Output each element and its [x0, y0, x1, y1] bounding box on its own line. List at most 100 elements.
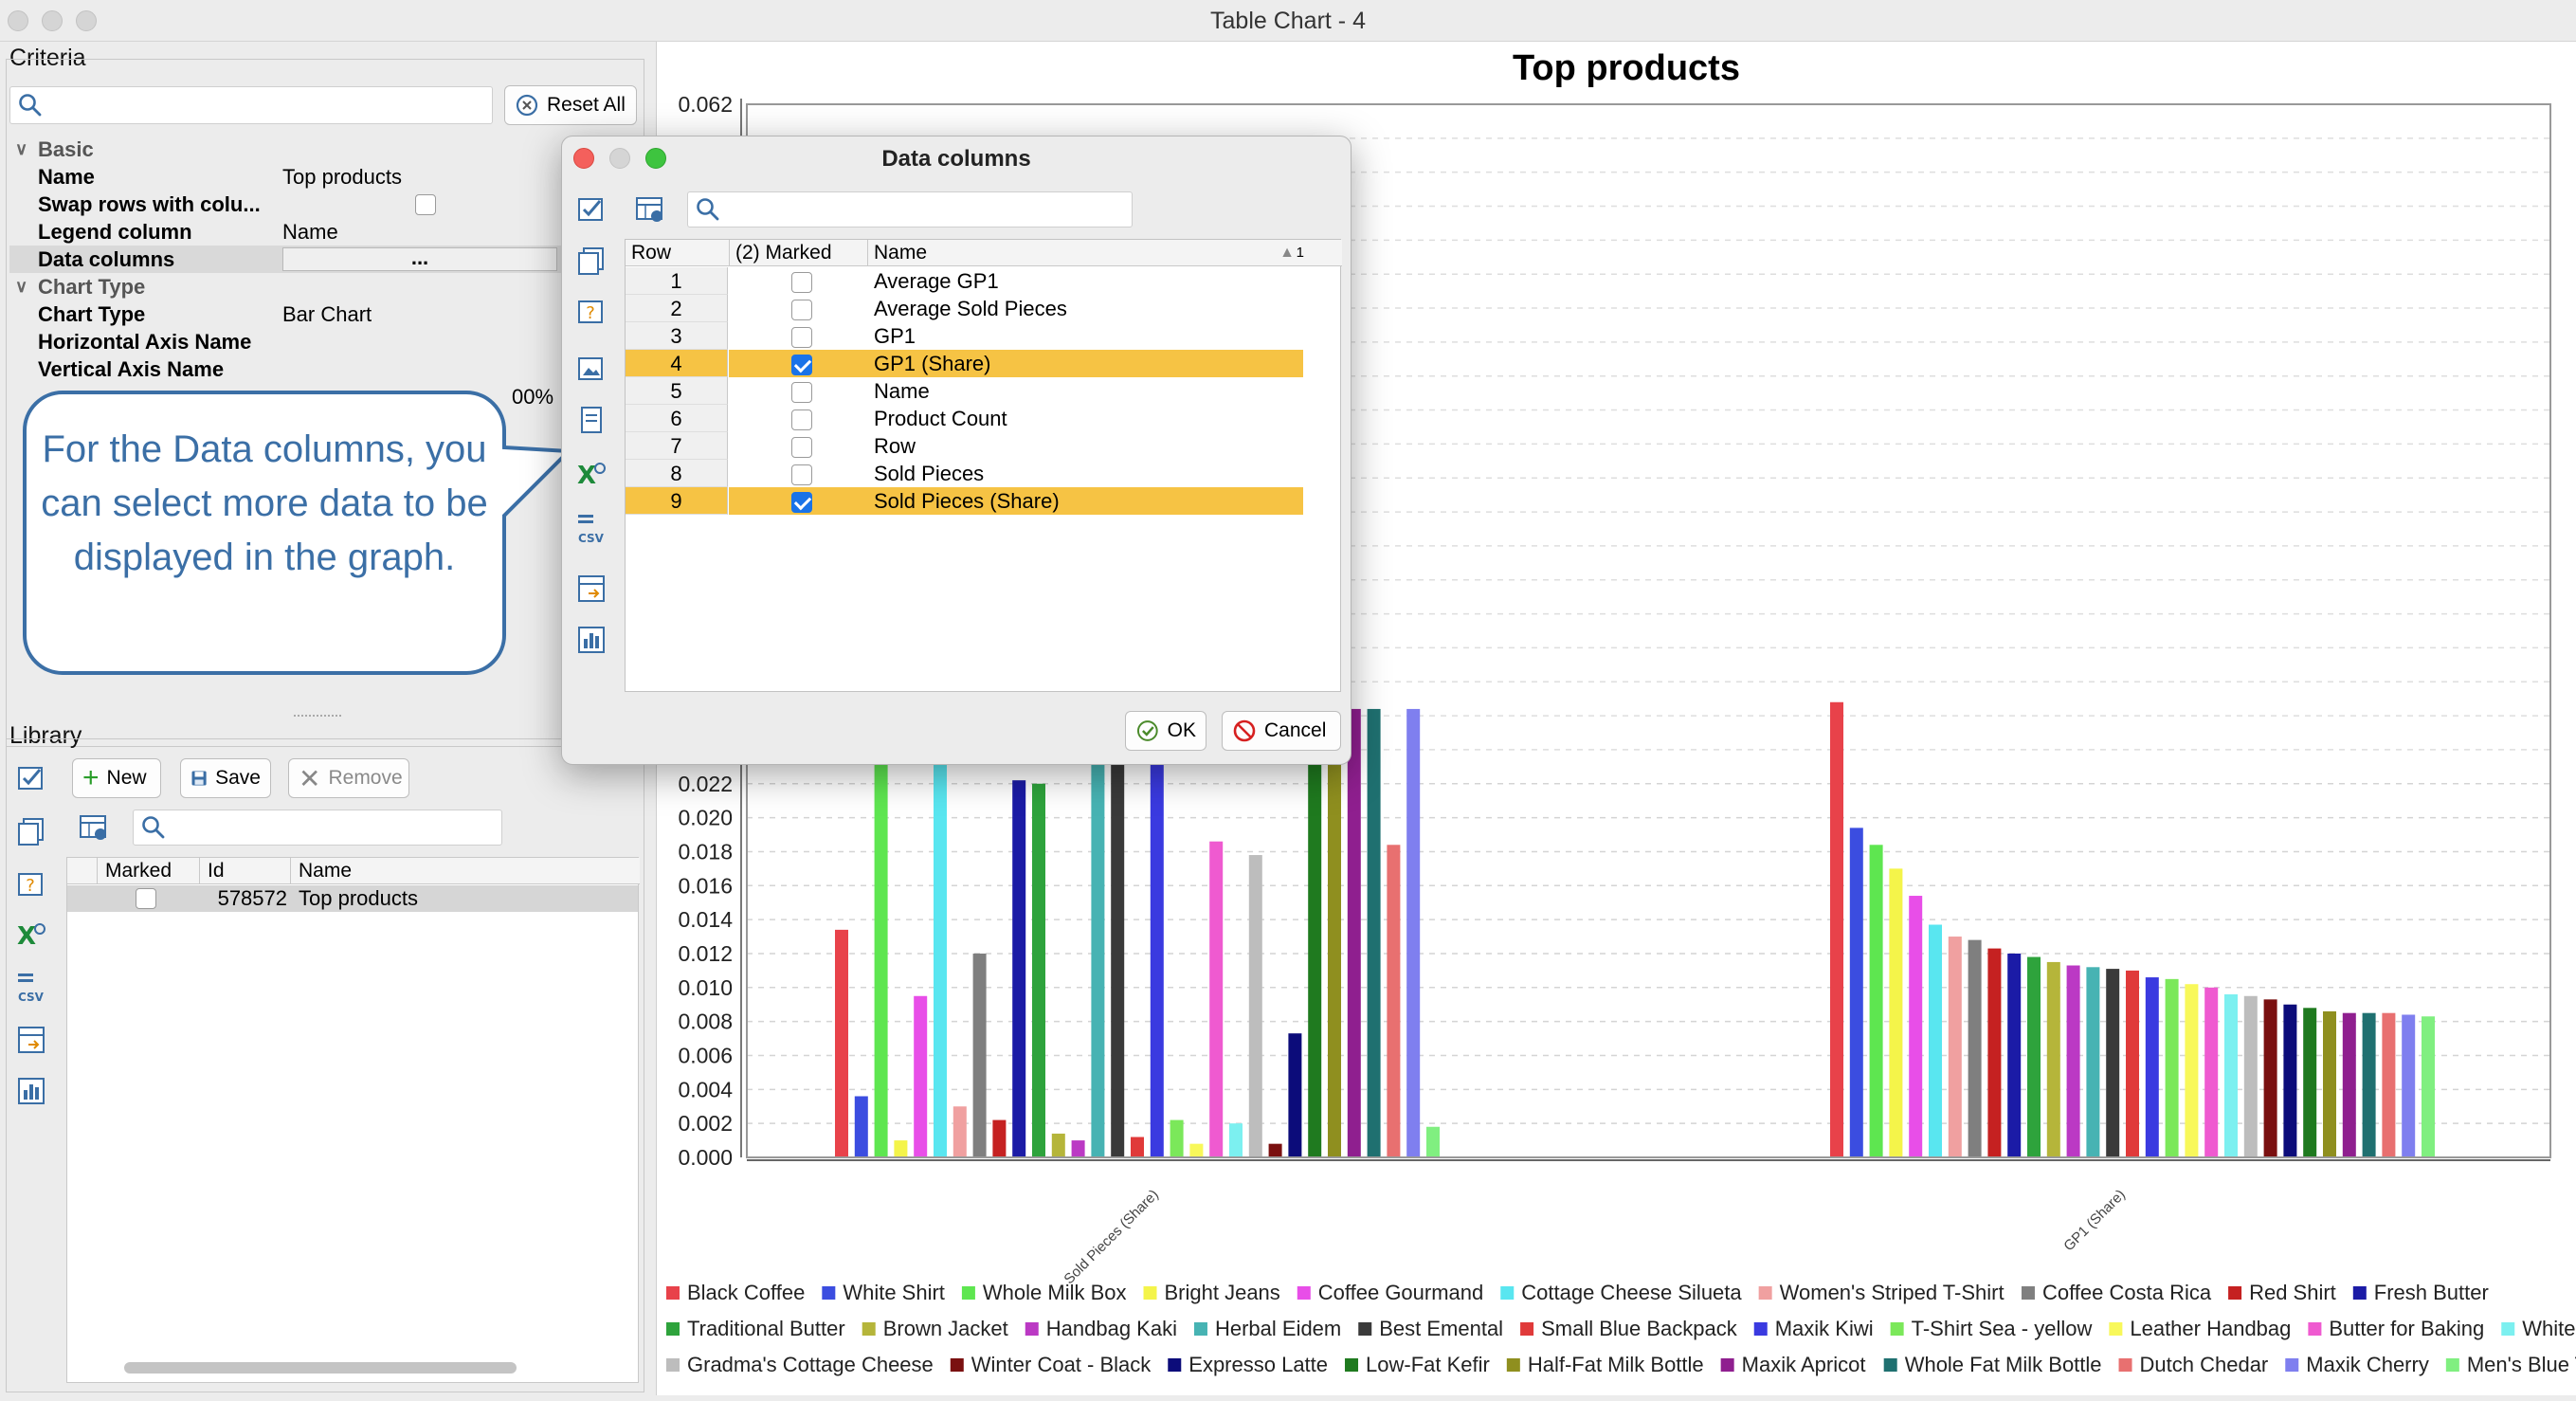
row-marked-checkbox[interactable]	[136, 888, 156, 909]
row-marked-checkbox[interactable]	[791, 355, 812, 375]
cancel-button[interactable]: Cancel	[1222, 711, 1341, 751]
row-marked-checkbox[interactable]	[791, 382, 812, 403]
help-icon[interactable]: ?	[575, 296, 608, 328]
help-icon[interactable]: ?	[15, 868, 47, 901]
ok-button[interactable]: OK	[1125, 711, 1206, 751]
prop-name[interactable]: Name Top products	[9, 163, 643, 191]
document-icon[interactable]	[575, 404, 608, 436]
bar	[2402, 1014, 2416, 1157]
criteria-search-input[interactable]	[9, 86, 493, 124]
csv-icon[interactable]: CSV	[575, 512, 608, 544]
prop-label: Vertical Axis Name	[38, 356, 225, 381]
excel-icon[interactable]: X	[575, 459, 608, 491]
table-row[interactable]: 578572 Top products	[67, 885, 638, 912]
bar	[992, 1119, 1007, 1157]
prop-horizontal-axis-name[interactable]: Horizontal Axis Name	[9, 328, 643, 355]
reset-all-button[interactable]: Reset All	[504, 85, 637, 125]
row-marked-checkbox[interactable]	[791, 300, 812, 320]
table-header-name[interactable]: Name	[291, 858, 640, 884]
table-row[interactable]: 1 Average GP1	[626, 267, 1303, 295]
prop-value[interactable]: Name	[282, 220, 338, 245]
row-marked-checkbox[interactable]	[791, 437, 812, 458]
table-row[interactable]: 6 Product Count	[626, 405, 1303, 432]
table-row[interactable]: 4 GP1 (Share)	[626, 350, 1303, 377]
table-row[interactable]: 7 Row	[626, 432, 1303, 460]
library-search-input[interactable]	[133, 810, 502, 846]
horizontal-scrollbar[interactable]	[124, 1362, 517, 1374]
csv-icon[interactable]: CSV	[15, 971, 47, 1003]
search-icon	[697, 198, 719, 221]
table-row[interactable]: 3 GP1	[626, 322, 1303, 350]
dialog-search-input[interactable]	[687, 191, 1133, 227]
data-columns-dialog: Data columns ? X CSV Row (2) Marked Name…	[561, 136, 1351, 765]
svg-text:?: ?	[586, 303, 595, 323]
copy-icon[interactable]	[15, 815, 47, 847]
table-export-icon[interactable]	[575, 573, 608, 605]
row-number: 2	[626, 295, 728, 322]
criteria-property-list: ∨ Basic Name Top products Swap rows with…	[9, 136, 643, 410]
table-row[interactable]: 2 Average Sold Pieces	[626, 295, 1303, 322]
row-marked-checkbox[interactable]	[791, 492, 812, 513]
table-row[interactable]: 8 Sold Pieces	[626, 460, 1303, 487]
row-marked-checkbox[interactable]	[791, 409, 812, 430]
bar-chart-icon[interactable]	[15, 1075, 47, 1107]
table-header-id[interactable]: Id	[200, 858, 291, 884]
legend-entry: Brown Jacket	[883, 1317, 1008, 1340]
table-header-marked[interactable]: (2) Marked	[730, 240, 868, 266]
table-header-row[interactable]: Row	[626, 240, 730, 266]
check-all-icon[interactable]	[15, 762, 47, 794]
prop-vertical-axis-name[interactable]: Vertical Axis Name	[9, 355, 643, 383]
bar	[2204, 987, 2219, 1157]
prop-value[interactable]: Bar Chart	[282, 302, 372, 327]
table-header-marked[interactable]: Marked	[98, 858, 200, 884]
row-name: Sold Pieces	[874, 462, 985, 485]
table-export-icon[interactable]	[15, 1024, 47, 1056]
prop-data-columns[interactable]: Data columns ...	[9, 246, 643, 273]
y-tick-label: 0.022	[678, 772, 733, 796]
category-basic[interactable]: ∨ Basic	[9, 136, 643, 163]
data-columns-ellipsis-button[interactable]: ...	[282, 247, 557, 271]
image-export-icon[interactable]	[575, 353, 608, 385]
bar	[1328, 705, 1341, 1157]
y-tick-label: 0.016	[678, 873, 733, 898]
bar	[2224, 993, 2238, 1157]
copy-icon[interactable]	[575, 245, 608, 277]
legend-swatch	[862, 1322, 876, 1336]
new-button[interactable]: + New	[72, 758, 161, 798]
save-button[interactable]: Save	[180, 758, 271, 798]
prop-legend-column[interactable]: Legend column Name	[9, 218, 643, 246]
remove-label: Remove	[328, 767, 403, 789]
bar	[1849, 828, 1863, 1157]
data-columns-table: Row (2) Marked Name ▲ 1 1 Average GP1 2 Ave…	[625, 239, 1342, 692]
swap-rows-checkbox[interactable]	[415, 194, 436, 215]
remove-button[interactable]: ✕ Remove	[288, 758, 409, 798]
splitter-grip[interactable]	[294, 715, 341, 719]
legend-swatch	[666, 1358, 680, 1372]
row-marked-checkbox[interactable]	[791, 464, 812, 485]
legend-swatch	[1025, 1322, 1039, 1336]
y-tick-label: 0.008	[678, 1010, 733, 1034]
prop-value[interactable]: Top products	[282, 165, 402, 190]
prop-label: Name	[38, 164, 95, 189]
table-settings-icon[interactable]	[78, 811, 110, 844]
row-number: 9	[626, 487, 728, 515]
table-settings-icon[interactable]	[634, 193, 666, 226]
bar	[2027, 956, 2041, 1157]
table-header-name[interactable]: Name ▲ 1	[868, 240, 1342, 266]
category-chart-type[interactable]: ∨ Chart Type	[9, 273, 643, 300]
excel-icon[interactable]: X	[15, 919, 47, 952]
bar	[1209, 841, 1224, 1157]
table-row[interactable]: 9 Sold Pieces (Share)	[626, 487, 1303, 515]
bar-chart-icon[interactable]	[575, 624, 608, 656]
row-marked-checkbox[interactable]	[791, 327, 812, 348]
bar	[894, 1140, 908, 1157]
bar	[874, 759, 888, 1157]
legend-entry: White T-Shirt	[2522, 1317, 2576, 1340]
prop-swap-rows[interactable]: Swap rows with colu...	[9, 191, 643, 218]
table-row[interactable]: 5 Name	[626, 377, 1303, 405]
prop-chart-type[interactable]: Chart Type Bar Chart	[9, 300, 643, 328]
legend-swatch	[2352, 1286, 2367, 1300]
row-marked-checkbox[interactable]	[791, 272, 812, 293]
x-category-label: GP1 (Share)	[2060, 1187, 2129, 1255]
check-all-icon[interactable]	[575, 193, 608, 226]
